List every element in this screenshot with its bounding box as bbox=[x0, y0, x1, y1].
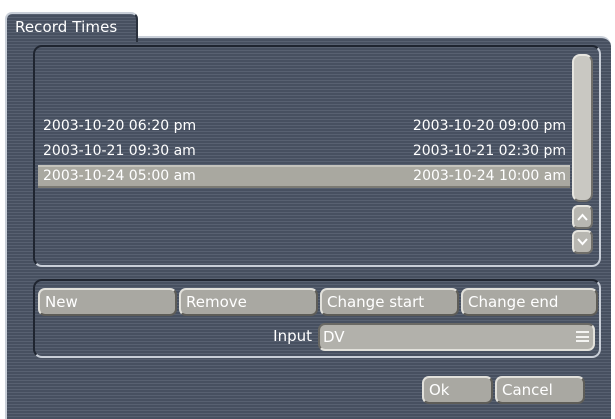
record-end-time: 2003-10-21 02:30 pm bbox=[412, 143, 566, 159]
record-end-time: 2003-10-20 09:00 pm bbox=[412, 118, 566, 134]
ok-button[interactable]: Ok bbox=[422, 376, 493, 404]
record-start-time: 2003-10-21 09:30 am bbox=[43, 143, 196, 159]
record-end-time: 2003-10-24 10:00 am bbox=[413, 168, 566, 184]
dialog-title: Record Times bbox=[15, 18, 118, 36]
dialog-title-tab: Record Times bbox=[5, 12, 138, 42]
list-item[interactable]: 2003-10-20 06:20 pm 2003-10-20 09:00 pm bbox=[38, 115, 570, 138]
remove-button[interactable]: Remove bbox=[179, 288, 318, 316]
input-select[interactable]: DV bbox=[318, 323, 595, 351]
record-start-time: 2003-10-24 05:00 am bbox=[43, 168, 196, 184]
scroll-down-button[interactable] bbox=[572, 230, 593, 254]
scrollbar-thumb[interactable] bbox=[572, 54, 593, 202]
list-item-selected[interactable]: 2003-10-24 05:00 am 2003-10-24 10:00 am bbox=[38, 165, 570, 188]
chevron-down-icon bbox=[577, 238, 588, 246]
menu-icon bbox=[576, 331, 589, 342]
change-start-button[interactable]: Change start bbox=[320, 288, 459, 316]
chevron-up-icon bbox=[577, 213, 588, 221]
cancel-button[interactable]: Cancel bbox=[495, 376, 585, 404]
input-value: DV bbox=[323, 328, 345, 346]
record-start-time: 2003-10-20 06:20 pm bbox=[43, 118, 197, 134]
new-button[interactable]: New bbox=[38, 288, 177, 316]
scroll-up-button[interactable] bbox=[572, 205, 593, 229]
list-item[interactable]: 2003-10-21 09:30 am 2003-10-21 02:30 pm bbox=[38, 140, 570, 163]
change-end-button[interactable]: Change end bbox=[461, 288, 598, 316]
input-label: Input bbox=[273, 327, 312, 345]
